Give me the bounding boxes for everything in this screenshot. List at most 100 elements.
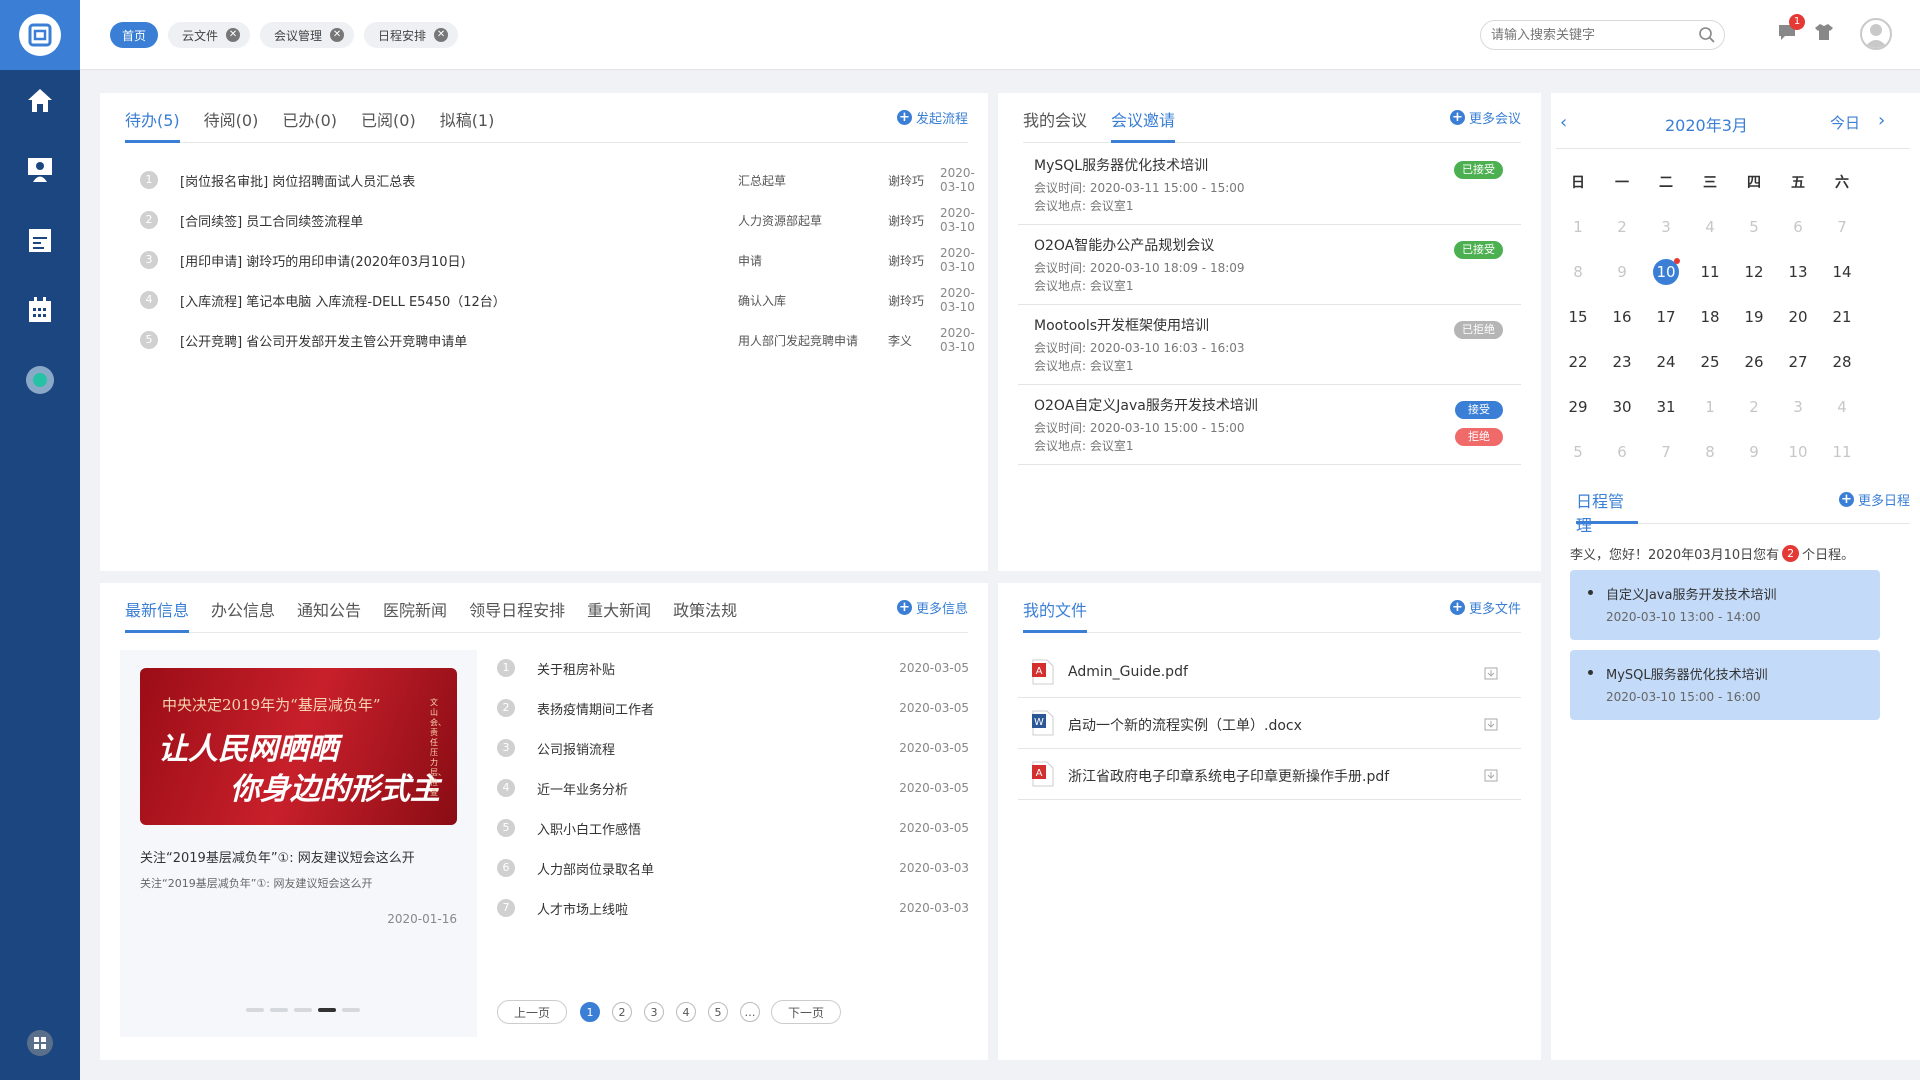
carousel-dot-active[interactable] [318,1008,336,1012]
todo-row[interactable]: 1 [岗位报名审批] 岗位招聘面试人员汇总表 汇总起草 谢玲巧 2020-03-… [140,160,975,200]
schedule-item[interactable]: MySQL服务器优化技术培训 2020-03-10 15:00 - 16:00 [1570,650,1880,720]
sidebar-schedule[interactable] [0,215,80,265]
calendar-prev[interactable]: ‹ [1560,112,1567,133]
app-logo[interactable] [0,0,80,70]
calendar-day[interactable]: 2 [1732,385,1776,429]
calendar-day[interactable]: 10 [1776,430,1820,474]
close-icon[interactable]: ✕ [226,28,241,42]
meeting-item[interactable]: Mootools开发框架使用培训 会议时间: 2020-03-10 16:03 … [1018,305,1521,385]
calendar-day[interactable]: 28 [1820,340,1864,384]
calendar-day[interactable]: 19 [1732,295,1776,339]
calendar-day[interactable]: 18 [1688,295,1732,339]
close-icon[interactable]: ✕ [330,28,345,42]
news-item[interactable]: 4 近一年业务分析 2020-03-05 [497,768,969,808]
page-3[interactable]: 3 [644,1002,664,1022]
more-meetings-button[interactable]: + 更多会议 [1449,108,1521,127]
calendar-day[interactable]: 11 [1820,430,1864,474]
calendar-day[interactable]: 6 [1600,430,1644,474]
calendar-day[interactable]: 7 [1820,205,1864,249]
prev-page-button[interactable]: 上一页 [497,1000,567,1024]
more-files-button[interactable]: + 更多文件 [1449,598,1521,617]
tab-major-news[interactable]: 重大新闻 [587,597,651,633]
search-icon[interactable] [1698,26,1716,44]
tab-home[interactable]: 首页 [110,22,159,48]
todo-row[interactable]: 3 [用印申请] 谢玲巧的用印申请(2020年03月10日) 申请 谢玲巧 20… [140,240,975,280]
sidebar-meeting[interactable] [0,145,80,195]
calendar-day[interactable]: 31 [1644,385,1688,429]
more-news-button[interactable]: + 更多信息 [896,598,968,617]
calendar-day[interactable]: 1 [1688,385,1732,429]
file-item[interactable]: A 浙江省政府电子印章系统电子印章更新操作手册.pdf [1018,749,1521,800]
page-2[interactable]: 2 [612,1002,632,1022]
close-icon[interactable]: ✕ [434,28,449,42]
calendar-day[interactable]: 30 [1600,385,1644,429]
calendar-day[interactable]: 15 [1556,295,1600,339]
tab-notices[interactable]: 通知公告 [297,597,361,633]
page-more[interactable]: … [740,1002,760,1022]
today-button[interactable]: 今日 [1830,112,1860,133]
tab-policies[interactable]: 政策法规 [673,597,737,633]
skin-button[interactable] [1814,22,1834,46]
calendar-day[interactable]: 4 [1688,205,1732,249]
sidebar-calendar[interactable] [0,285,80,335]
meeting-item[interactable]: O2OA智能办公产品规划会议 会议时间: 2020-03-10 18:09 - … [1018,225,1521,305]
calendar-day[interactable]: 21 [1820,295,1864,339]
calendar-day[interactable]: 20 [1776,295,1820,339]
next-page-button[interactable]: 下一页 [771,1000,841,1024]
calendar-day[interactable]: 3 [1776,385,1820,429]
calendar-day[interactable]: 16 [1600,295,1644,339]
calendar-day[interactable]: 5 [1732,205,1776,249]
calendar-day[interactable]: 27 [1776,340,1820,384]
todo-row[interactable]: 4 [入库流程] 笔记本电脑 入库流程-DELL E5450（12台） 确认入库… [140,280,975,320]
featured-news-card[interactable]: 中央决定2019年为“基层减负年” 让人民网晒晒 你身边的形式主 文山会、责任压… [120,650,477,1037]
page-5[interactable]: 5 [708,1002,728,1022]
todo-row[interactable]: 5 [公开竞聘] 省公司开发部开发主管公开竞聘申请单 用人部门发起竞聘申请 李义… [140,320,975,360]
calendar-day[interactable]: 7 [1644,430,1688,474]
news-item[interactable]: 7 人才市场上线啦 2020-03-03 [497,888,969,928]
news-item[interactable]: 3 公司报销流程 2020-03-05 [497,728,969,768]
message-button[interactable]: 1 [1777,14,1805,46]
carousel-dot[interactable] [342,1008,360,1012]
calendar-day[interactable]: 8 [1688,430,1732,474]
calendar-day[interactable]: 2 [1600,205,1644,249]
calendar-day[interactable]: 12 [1732,250,1776,294]
tab-todo[interactable]: 待办(5) [125,107,180,143]
sidebar-app[interactable] [0,355,80,405]
start-process-button[interactable]: + 发起流程 [896,108,968,127]
carousel-dot[interactable] [246,1008,264,1012]
tab-office-info[interactable]: 办公信息 [211,597,275,633]
search-input[interactable] [1491,21,1691,49]
calendar-day[interactable]: 3 [1644,205,1688,249]
accept-button[interactable]: 接受 [1455,401,1503,419]
tab-cloud-files[interactable]: 云文件 ✕ [168,22,251,48]
news-item[interactable]: 2 表扬疫情期间工作者 2020-03-05 [497,688,969,728]
calendar-day[interactable]: 11 [1688,250,1732,294]
tab-read[interactable]: 已阅(0) [361,107,416,143]
calendar-day[interactable]: 25 [1688,340,1732,384]
sidebar-home[interactable] [0,75,80,125]
calendar-day[interactable]: 23 [1600,340,1644,384]
tab-draft[interactable]: 拟稿(1) [440,107,495,143]
page-4[interactable]: 4 [676,1002,696,1022]
download-icon[interactable] [1483,665,1499,681]
news-item[interactable]: 5 入职小白工作感悟 2020-03-05 [497,808,969,848]
tab-meeting-management[interactable]: 会议管理 ✕ [260,22,355,48]
calendar-day[interactable]: 26 [1732,340,1776,384]
download-icon[interactable] [1483,767,1499,783]
calendar-day[interactable]: 6 [1776,205,1820,249]
meeting-item[interactable]: MySQL服务器优化技术培训 会议时间: 2020-03-11 15:00 - … [1018,145,1521,225]
tab-hospital-news[interactable]: 医院新闻 [383,597,447,633]
tab-to-read[interactable]: 待阅(0) [204,107,259,143]
calendar-day[interactable]: 1 [1556,205,1600,249]
sidebar-grid[interactable] [0,1018,80,1068]
calendar-day[interactable]: 24 [1644,340,1688,384]
calendar-day[interactable]: 9 [1600,250,1644,294]
tab-schedule-management[interactable]: 日程管理 [1576,488,1638,535]
calendar-day[interactable]: 4 [1820,385,1864,429]
calendar-day[interactable]: 8 [1556,250,1600,294]
avatar[interactable] [1860,18,1892,50]
todo-row[interactable]: 2 [合同续签] 员工合同续签流程单 人力资源部起草 谢玲巧 2020-03-1… [140,200,975,240]
download-icon[interactable] [1483,716,1499,732]
reject-button[interactable]: 拒绝 [1455,428,1503,446]
news-item[interactable]: 1 关于租房补贴 2020-03-05 [497,648,969,688]
